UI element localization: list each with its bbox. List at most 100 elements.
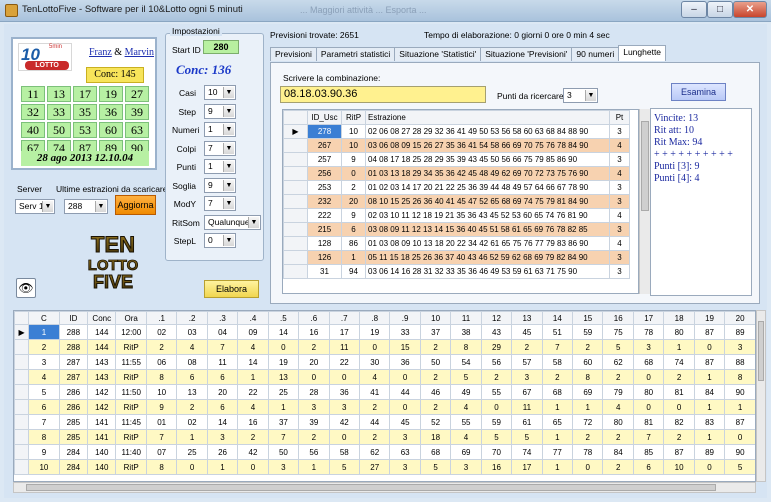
minimize-button[interactable]: –: [681, 1, 707, 18]
table-row[interactable]: 256 0 01 03 13 18 29 34 35 36 42 45 48 49 …: [283, 166, 630, 181]
cell: 287: [58, 354, 89, 370]
column-header[interactable]: 20: [724, 311, 755, 325]
column-header[interactable]: .3: [206, 311, 239, 325]
tab-parametri-statistici[interactable]: Parametri statistici: [315, 47, 396, 61]
column-header[interactable]: Conc: [87, 311, 117, 325]
setting-select-casi[interactable]: 10 ▼: [204, 85, 236, 100]
combination-input[interactable]: 08.18.03.90.36: [280, 86, 486, 103]
setting-select-soglia[interactable]: 9 ▼: [204, 177, 236, 193]
table-row[interactable]: 9 284 140 11:40 07 25 26 42 50 56 58 62 63 68 69 70 74 77…: [14, 444, 755, 460]
column-header[interactable]: .1: [145, 311, 178, 325]
aggiorna-button[interactable]: Aggiorna: [115, 195, 156, 215]
author-marvin-link[interactable]: Marvin: [125, 47, 154, 58]
cell: 74: [663, 354, 695, 370]
setting-select-colpi[interactable]: 7 ▼: [204, 140, 236, 156]
table-row[interactable]: 215 6 03 08 09 11 12 13 14 15 36 40 45 51 …: [283, 222, 630, 237]
tab-previsioni[interactable]: Previsioni: [270, 47, 317, 61]
column-header[interactable]: 13: [511, 311, 543, 325]
column-header[interactable]: 12: [480, 311, 513, 325]
setting-select-mody[interactable]: 7 ▼: [204, 196, 236, 211]
stat-punti4: Punti [4]: 4: [654, 173, 700, 184]
setting-select-numeri[interactable]: 1 ▼: [204, 122, 236, 137]
table-row[interactable]: 253 2 01 02 03 14 17 20 21 22 25 36 39 44 …: [283, 180, 630, 195]
drawn-number: 35: [73, 104, 97, 120]
column-header[interactable]: Estrazione: [365, 110, 610, 125]
table-row[interactable]: 6 286 142 RitP 9 2 6 4 1 3 3 2 0 2 4 0 11 1 1 4 0 0 1 1: [14, 399, 755, 415]
tab-lunghette[interactable]: Lunghette: [618, 45, 667, 61]
column-header[interactable]: Pt: [609, 110, 630, 125]
estrazioni-select[interactable]: 288 ▼: [64, 199, 108, 214]
table-row[interactable]: 3 287 143 11:55 06 08 11 14 19 20 22 30 36 50 54 56 57 58…: [14, 354, 755, 370]
column-header[interactable]: 16: [602, 311, 634, 325]
cell: 6: [28, 399, 60, 415]
column-header[interactable]: C: [28, 311, 60, 325]
eye-icon[interactable]: 👁: [16, 278, 36, 298]
cell-estr: 01 03 08 09 10 13 18 20 22 34 42 61 65 7…: [365, 236, 610, 251]
column-header[interactable]: ID_Usc: [307, 110, 342, 125]
column-header[interactable]: .2: [176, 311, 208, 325]
cell-ritp: 10: [341, 138, 366, 153]
cell: 87: [663, 444, 695, 460]
column-header[interactable]: 15: [572, 311, 604, 325]
column-header[interactable]: 19: [693, 311, 726, 325]
estrazioni-hscrollbar[interactable]: [13, 482, 756, 493]
column-header[interactable]: Ora: [115, 311, 147, 325]
column-header[interactable]: .6: [298, 311, 330, 325]
setting-select-punti[interactable]: 1 ▼: [204, 159, 236, 174]
cell: 143: [87, 369, 117, 385]
table-row[interactable]: 10 284 140 RitP 8 0 1 0 3 1 5 27 3 5 3 16 17 1 0 2 6 10 0 5: [14, 459, 755, 475]
column-header[interactable]: 18: [663, 311, 695, 325]
table-row[interactable]: 7 285 141 11:45 01 02 14 16 37 39 42 44 45 52 55 59 61 65…: [14, 414, 755, 430]
tab-90-numeri[interactable]: 90 numeri: [571, 47, 620, 61]
server-select[interactable]: Serv 1 ▼: [15, 199, 55, 214]
cell: 0: [237, 459, 269, 475]
table-row[interactable]: 257 9 04 08 17 18 25 28 29 35 39 43 45 50 …: [283, 152, 630, 167]
table-row[interactable]: 267 10 03 06 08 09 15 26 27 35 36 41 54 58…: [283, 138, 630, 153]
tab-situazione-statistici[interactable]: Situazione 'Statistici': [394, 47, 482, 61]
table-row[interactable]: 232 20 08 10 15 25 26 36 40 41 45 47 52 65…: [283, 194, 630, 209]
maximize-button[interactable]: □: [707, 1, 733, 18]
column-header[interactable]: 10: [419, 311, 452, 325]
table-row[interactable]: 4 287 143 RitP 8 6 6 1 13 0 0 4 0 2 5 2 3 2 8 2 0 2 1 8: [14, 369, 755, 385]
table-row[interactable]: 31 94 03 06 14 16 28 31 32 33 35 36 46 49 …: [283, 264, 630, 279]
column-header[interactable]: ID: [58, 311, 89, 325]
cell: 62: [358, 444, 391, 460]
lunghette-grid[interactable]: ID_Usc RitP Estrazione Pt ▶ 278 10 02 06 08 27 …: [282, 109, 639, 294]
table-row[interactable]: 128 86 01 03 08 09 10 13 18 20 22 34 42 61…: [283, 236, 630, 251]
column-header[interactable]: .9: [389, 311, 421, 325]
table-row[interactable]: 8 285 141 RitP 7 1 3 2 7 2 0 2 3 18 4 5 5 1 2 2 7 2 1 0: [14, 429, 755, 445]
column-header[interactable]: 17: [632, 311, 665, 325]
close-button[interactable]: ✕: [733, 1, 767, 18]
table-row[interactable]: 5 286 142 11:50 10 13 20 22 25 28 36 41 44 46 49 55 67 68…: [14, 384, 755, 400]
table-row[interactable]: ▶ 1 288 144 12:00 02 03 04 09 14 16 17 19 33 37 38 43 45 5…: [14, 324, 755, 340]
cell: 5: [450, 369, 482, 385]
column-header[interactable]: .8: [358, 311, 391, 325]
elabora-button[interactable]: Elabora: [204, 280, 259, 298]
cell: 2: [602, 369, 634, 385]
setting-select-stepl[interactable]: 0 ▼: [204, 233, 236, 248]
esamina-button[interactable]: Esamina: [671, 83, 726, 101]
column-header[interactable]: RitP: [341, 110, 366, 125]
table-row[interactable]: 222 9 02 03 10 11 12 18 19 21 35 36 43 45 …: [283, 208, 630, 223]
estrazioni-grid[interactable]: C ID Conc Ora .1.2.3.4.5.6.7.8.9 10 11 12 13 14 15…: [13, 310, 756, 482]
setting-select-ritsom[interactable]: Qualunque ▼: [204, 214, 261, 230]
author-franz-link[interactable]: Franz: [89, 47, 112, 58]
tab-situazione-previsioni[interactable]: Situazione 'Previsioni': [480, 47, 573, 61]
table-row[interactable]: 126 1 05 11 15 18 25 26 36 37 40 43 46 52 …: [283, 250, 630, 265]
column-header[interactable]: .4: [237, 311, 269, 325]
setting-select-step[interactable]: 9 ▼: [204, 103, 236, 119]
column-header[interactable]: .5: [267, 311, 300, 325]
cell: 6: [176, 369, 208, 385]
cell-ritp: 9: [341, 152, 366, 167]
column-header[interactable]: .7: [328, 311, 360, 325]
punti-select[interactable]: 3 ▼: [563, 88, 598, 103]
estrazioni-vscrollbar[interactable]: [756, 310, 766, 482]
cell: 7: [632, 429, 665, 445]
column-header[interactable]: 14: [541, 311, 574, 325]
column-header[interactable]: 11: [450, 311, 482, 325]
lunghette-scrollbar[interactable]: [639, 109, 650, 294]
start-id-input[interactable]: 280: [203, 40, 239, 54]
cell: 02: [145, 324, 178, 340]
table-row[interactable]: 2 288 144 RitP 2 4 7 4 0 2 11 0 15 2 8 29 2 7 2 5 3 1 0 3: [14, 339, 755, 355]
table-row[interactable]: ▶ 278 10 02 06 08 27 28 29 32 36 41 49 50 5…: [283, 124, 630, 139]
